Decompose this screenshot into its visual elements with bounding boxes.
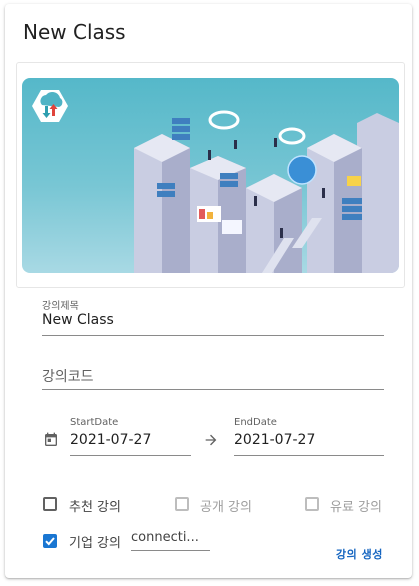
public-checkbox-label: 공개 강의 <box>200 500 252 515</box>
paid-checkbox-label: 유료 강의 <box>330 500 382 515</box>
class-image-frame[interactable] <box>16 62 405 288</box>
title-field-label: 강의제목 <box>42 301 79 312</box>
paid-checkbox[interactable] <box>305 497 319 511</box>
create-class-button[interactable]: 강의 생성 <box>336 546 383 562</box>
arrow-right-icon <box>205 434 217 446</box>
isometric-illustration <box>32 90 399 273</box>
end-date-underline <box>234 455 384 456</box>
start-date-underline <box>70 455 191 456</box>
end-date-label: EndDate <box>234 417 277 428</box>
corporate-checkbox[interactable] <box>43 534 57 548</box>
corporate-checkbox-label: 기업 강의 <box>69 536 121 551</box>
code-field-underline <box>42 389 384 390</box>
cloud-sync-icon <box>32 90 68 122</box>
corporate-code-underline <box>131 550 210 551</box>
corporate-code-input[interactable]: connecti... <box>131 530 199 545</box>
title-field-underline <box>42 335 384 336</box>
code-field-input[interactable]: 강의코드 <box>42 366 94 386</box>
start-date-input[interactable]: 2021-07-27 <box>70 432 151 448</box>
recommended-checkbox[interactable] <box>43 497 57 511</box>
public-checkbox[interactable] <box>175 497 189 511</box>
recommended-checkbox-label: 추천 강의 <box>69 500 121 515</box>
check-icon <box>45 537 55 546</box>
title-field-input[interactable]: New Class <box>42 312 114 328</box>
class-cover-image <box>22 78 399 273</box>
card-title: New Class <box>23 20 126 44</box>
calendar-icon[interactable] <box>43 432 59 448</box>
end-date-input[interactable]: 2021-07-27 <box>234 432 315 448</box>
start-date-label: StartDate <box>70 417 119 428</box>
